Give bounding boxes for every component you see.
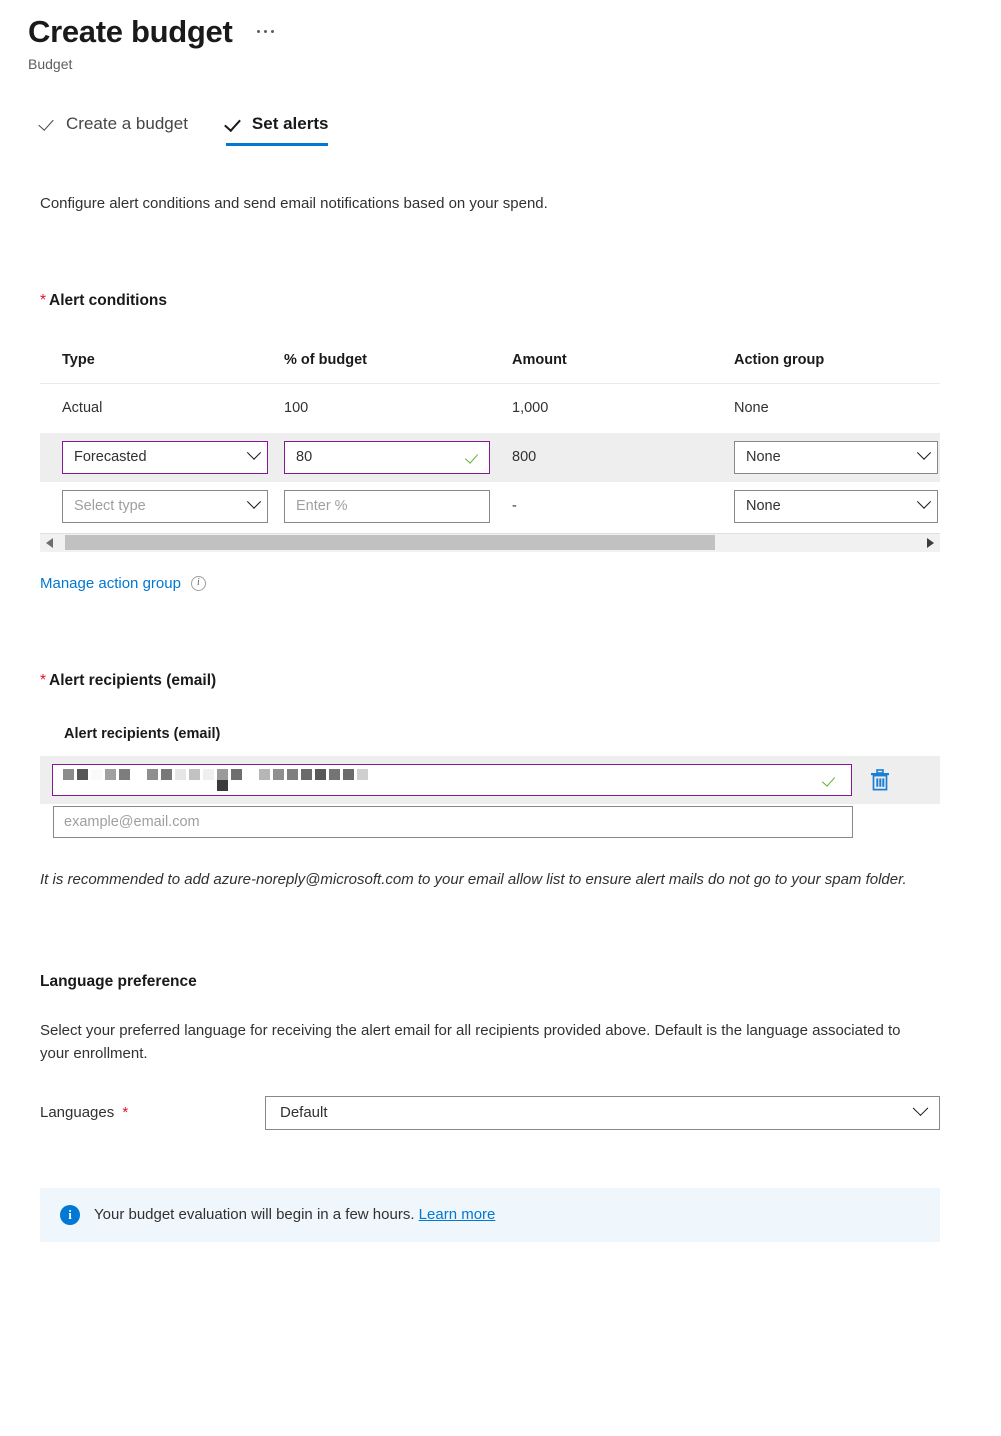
checkmark-icon [40,115,57,132]
cell-action-group: None [734,440,944,474]
table-row: Actual 100 1,000 None [40,384,940,433]
column-header-action-group: Action group [734,352,825,369]
cell-type: Actual [62,400,103,417]
valid-check-icon [824,774,837,787]
scroll-right-arrow-icon[interactable] [927,537,934,548]
percent-input[interactable]: Enter % [284,489,490,523]
alert-recipients-label: Alert recipients (email) [49,671,217,689]
table-row: Select type Enter % - None [40,482,940,531]
info-icon: i [60,1204,80,1225]
alert-recipients-heading: * Alert recipients (email) [40,672,971,690]
intro-text: Configure alert conditions and send emai… [40,194,548,212]
cell-percent: Enter % [284,489,512,523]
cell-amount: - [512,498,517,515]
type-dropdown-value: Forecasted [74,449,147,466]
chevron-down-icon [912,1100,929,1117]
overflow-menu-icon[interactable] [255,26,276,37]
percent-input[interactable]: 80 [284,440,490,474]
alert-conditions-table: Type % of budget Amount Action group Act… [40,338,940,552]
chevron-down-icon [246,445,262,460]
alert-conditions-heading: * Alert conditions [40,292,971,310]
column-header-type: Type [62,352,95,369]
info-banner-text: Your budget evaluation will begin in a f… [94,1206,495,1223]
required-indicator: * [40,671,47,689]
info-icon[interactable]: i [190,575,206,591]
languages-label-text: Languages [40,1104,115,1122]
cell-amount: 1,000 [512,400,549,417]
action-group-value: None [746,449,781,466]
manage-action-group-row: Manage action group i [40,575,971,592]
chevron-down-icon [246,494,262,509]
scroll-left-arrow-icon[interactable] [46,537,53,548]
chevron-down-icon [916,445,932,460]
redacted-email-value [63,768,368,791]
info-banner-message: Your budget evaluation will begin in a f… [94,1206,415,1224]
required-indicator: * [40,291,47,309]
alert-recipients-field-label: Alert recipients (email) [64,725,221,742]
chevron-down-icon [916,494,932,509]
page-title: Create budget [28,14,233,49]
alert-conditions-label: Alert conditions [49,291,168,309]
language-preference-description: Select your preferred language for recei… [40,1021,901,1063]
table-horizontal-scrollbar[interactable] [40,532,940,552]
page-header: Create budget Budget [0,0,1001,72]
cell-action-group: None [734,489,944,523]
recipient-email-input[interactable] [52,763,852,796]
tab-label: Create a budget [66,113,188,133]
cell-type: Select type [62,489,284,523]
wizard-tabs: Create a budget Set alerts [40,114,1001,146]
type-dropdown-placeholder: Select type [74,498,146,515]
recipient-row [40,755,940,804]
dot [270,30,274,33]
new-recipient-email-input[interactable]: example@email.com [53,805,853,838]
languages-label: Languages * [40,1104,265,1121]
percent-input-placeholder: Enter % [296,498,348,515]
valid-check-icon [467,451,480,464]
languages-selected-value: Default [280,1104,328,1122]
languages-dropdown[interactable]: Default [265,1095,940,1130]
manage-action-group-link[interactable]: Manage action group [40,575,181,592]
scrollbar-thumb[interactable] [65,535,715,551]
recipients-note: It is recommended to add azure-noreply@m… [40,870,907,888]
dot [263,30,267,33]
table-row: Forecasted 80 800 None [40,432,940,482]
delete-recipient-icon[interactable] [869,768,891,792]
cell-amount: 800 [512,449,537,466]
action-group-dropdown[interactable]: None [734,489,938,523]
tab-create-a-budget[interactable]: Create a budget [40,114,188,146]
type-dropdown[interactable]: Forecasted [62,440,268,474]
info-banner: i Your budget evaluation will begin in a… [40,1187,940,1242]
languages-field-row: Languages * Default [40,1095,971,1130]
required-indicator: * [122,1104,129,1122]
column-header-amount: Amount [512,352,567,369]
action-group-value: None [746,498,781,515]
dot [256,30,260,33]
tab-label: Set alerts [251,113,329,133]
main-content: Configure alert conditions and send emai… [0,195,1001,1242]
type-dropdown[interactable]: Select type [62,489,268,523]
learn-more-link[interactable]: Learn more [419,1206,496,1223]
table-header-row: Type % of budget Amount Action group [40,338,940,384]
page-subtitle: Budget [28,55,73,72]
column-header-percent: % of budget [284,352,367,369]
cell-action-group: None [734,400,769,417]
cell-percent: 80 [284,440,512,474]
percent-input-value: 80 [296,449,313,466]
title-row: Create budget [28,14,1001,50]
tab-set-alerts[interactable]: Set alerts [225,113,329,146]
language-preference-heading: Language preference [40,972,197,990]
checkmark-icon [226,115,243,132]
cell-percent: 100 [284,400,309,417]
action-group-dropdown[interactable]: None [734,440,938,474]
cell-type: Forecasted [62,440,284,474]
